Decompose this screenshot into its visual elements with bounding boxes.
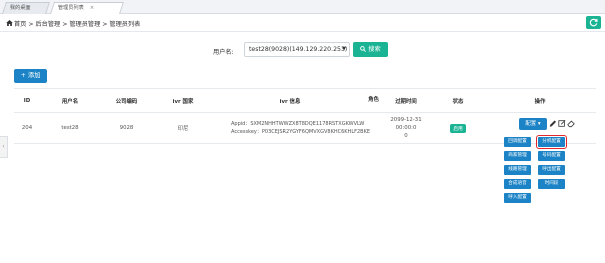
- username-label: 用户名:: [213, 49, 234, 56]
- callback-config-button[interactable]: 回调配置: [504, 137, 531, 147]
- status-badge[interactable]: 启用: [450, 123, 466, 133]
- line-manage-button[interactable]: 线路管理: [504, 165, 531, 175]
- header-ivr-info: ivr 信息: [279, 98, 301, 105]
- header-actions: 操作: [534, 98, 546, 105]
- edit-square-icon[interactable]: [558, 119, 566, 128]
- caret-down-icon: ▼: [342, 46, 346, 52]
- header-ivr-country: ivr 国家: [172, 98, 194, 105]
- cell-role: [367, 113, 380, 143]
- refresh-icon: [589, 18, 598, 27]
- config-dropdown-button[interactable]: 配置 ▾: [519, 118, 547, 130]
- tab-my-desktop[interactable]: 我的桌面: [2, 2, 50, 14]
- cell-id: 204: [21, 125, 33, 131]
- home-icon: [6, 20, 13, 26]
- cell-ivr-country: 印尼: [177, 126, 189, 132]
- search-icon: [360, 46, 367, 52]
- add-button[interactable]: + 添加: [14, 69, 47, 83]
- ivr-accesskey: Accesskey：P03CEJSR2YGYF6QMVXGV8KHC6KHLF2…: [231, 129, 371, 135]
- header-status: 状态: [452, 98, 464, 105]
- search-button[interactable]: 搜索: [353, 42, 388, 57]
- outbound-config-button[interactable]: 呼出配置: [538, 165, 565, 175]
- header-expire-time: 过期时间: [395, 98, 417, 105]
- table-header: ID 用户名 公司编码 ivr 国家 ivr 信息 角色 过期时间 状态 操作: [14, 89, 596, 113]
- cell-status: 启用: [432, 113, 484, 143]
- header-username: 用户名: [61, 98, 79, 105]
- expire-line-1: 2099-12-31 00:00:0: [390, 117, 422, 131]
- close-tab-icon[interactable]: ×: [90, 3, 94, 14]
- chevron-left-icon: ‹: [2, 143, 5, 150]
- cell-ivr-info: Appid：SXM2NHHTWWZX8T8DQE1178RSTXGKWVLW A…: [213, 113, 371, 143]
- eraser-icon[interactable]: [567, 119, 575, 128]
- breadcrumb: 首页 > 后台管理 > 管理员管理 > 管理员列表: [14, 21, 141, 28]
- breadcrumb-bar: 首页 > 后台管理 > 管理员管理 > 管理员列表: [0, 14, 605, 32]
- synth-voice-button[interactable]: 合成语音: [504, 179, 531, 189]
- search-button-label: 搜索: [368, 46, 381, 53]
- sidebar-toggle[interactable]: ‹: [0, 136, 8, 158]
- chevron-down-icon: ▾: [536, 121, 541, 127]
- cell-company-code: 9028: [119, 125, 134, 131]
- cell-expire-time: 2099-12-31 00:00:0 0: [380, 113, 432, 143]
- extension-config-button[interactable]: 分机配置: [535, 134, 568, 150]
- username-select[interactable]: test28(9028)(149.129.220.253) ▼: [244, 42, 350, 57]
- header-company-code: 公司编码: [115, 98, 138, 105]
- number-config-button[interactable]: 号码配置: [538, 151, 565, 161]
- pencil-icon[interactable]: [549, 119, 557, 128]
- time-period-button[interactable]: 时间段: [538, 179, 565, 189]
- header-id: ID: [23, 97, 31, 104]
- config-button-label: 配置: [525, 121, 537, 127]
- username-select-value: test28(9028)(149.129.220.253): [249, 46, 348, 53]
- refresh-button[interactable]: [586, 16, 601, 29]
- tab-bar: 我的桌面 管理员列表 ×: [0, 0, 605, 14]
- header-role: 角色: [368, 97, 379, 103]
- admin-table: ID 用户名 公司编码 ivr 国家 ivr 信息 角色 过期时间 状态 操作 …: [14, 88, 596, 144]
- expire-line-2: 0: [404, 133, 408, 139]
- ivr-appid: Appid：SXM2NHHTWWZX8T8DQE1178RSTXGKWVLW: [231, 121, 365, 127]
- cell-username: test28: [61, 125, 79, 131]
- tab-admin-list[interactable]: 管理员列表 ×: [50, 2, 124, 14]
- merchant-manage-button[interactable]: 商家管理: [504, 151, 531, 161]
- inbound-config-button[interactable]: 呼入配置: [504, 193, 531, 203]
